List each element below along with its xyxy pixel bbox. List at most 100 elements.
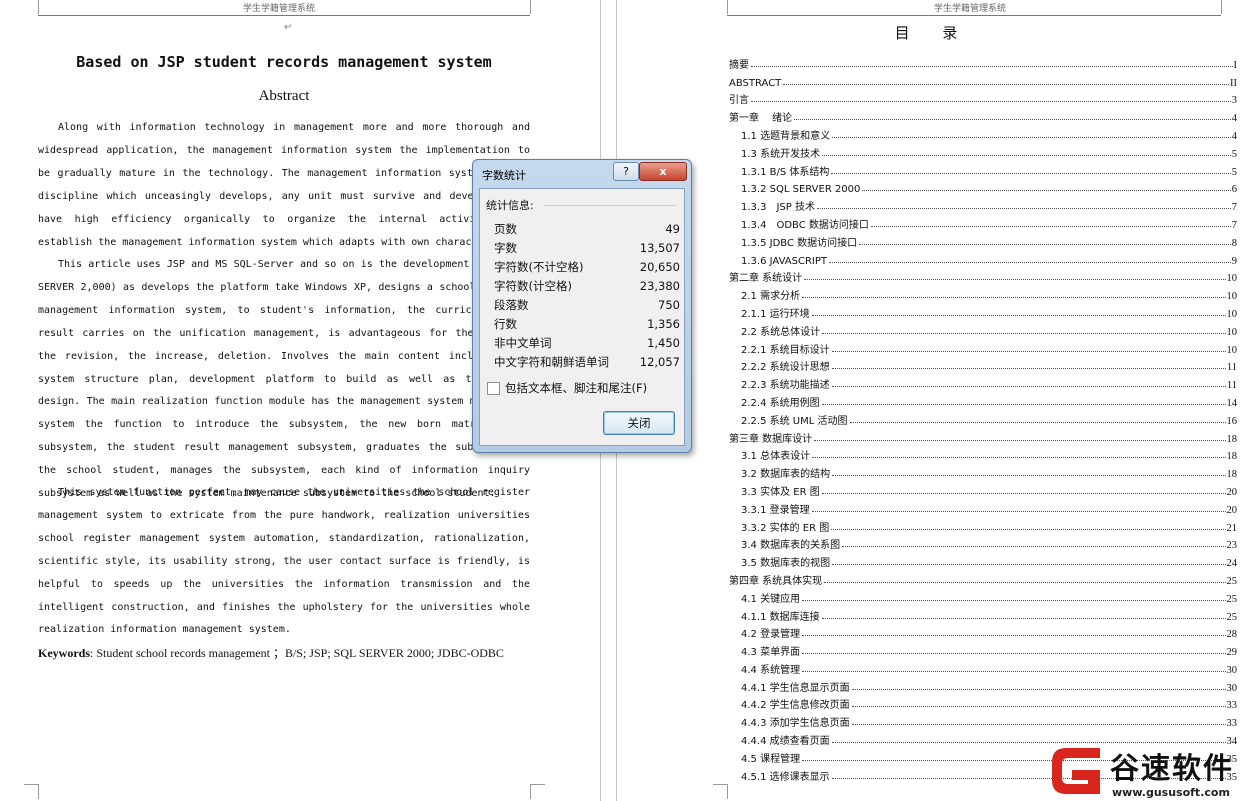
toc-entry-text: 第一章 绪论 — [729, 113, 793, 125]
include-textboxes-option[interactable]: 包括文本框、脚注和尾注(F) — [487, 380, 647, 396]
toc-entry-text: 3.3.1 登录管理 — [741, 504, 810, 516]
toc-entry[interactable]: 2.2.1 系统目标设计 10 — [729, 338, 1237, 356]
toc-entry-text: 3.3 实体及 ER 图 — [741, 486, 820, 498]
keywords-line[interactable]: Keywords: Student school records managem… — [38, 644, 538, 661]
toc-entry[interactable]: 2.1 需求分析 10 — [729, 284, 1237, 302]
toc-leader-dots — [816, 208, 1231, 210]
toc-entry[interactable]: ABSTRACT II — [729, 71, 1237, 89]
toc-leader-dots — [822, 332, 1226, 334]
toc-entry[interactable]: 1.3.3 JSP 技术 7 — [729, 195, 1237, 213]
toc-entry-text: 2.1.1 运行环境 — [741, 308, 810, 320]
statistic-value: 750 — [658, 297, 680, 312]
toc-leader-dots — [831, 368, 1226, 370]
toc-entry[interactable]: 1.1 选题背景和意义 4 — [729, 124, 1237, 142]
abstract-paragraph-3[interactable]: This system function perfect, may cause … — [38, 482, 530, 642]
toc-entry-page: 7 — [1231, 219, 1237, 231]
toc-entry[interactable]: 2.2.5 系统 UML 活动图 16 — [729, 409, 1237, 427]
toc-entry-text: ABSTRACT — [729, 77, 782, 89]
toc-entry-page: 10 — [1226, 344, 1238, 356]
statistic-row: 中文字符和朝鲜语单词 12,057 — [494, 352, 680, 371]
word-count-dialog[interactable]: 字数统计 ? x 统计信息: 页数 49 字数 13,507 字符数(不计空格) 20,6… — [472, 159, 692, 453]
toc-entry[interactable]: 第三章 数据库设计 18 — [729, 427, 1237, 445]
toc-entry[interactable]: 3.3.2 实体的 ER 图 21 — [729, 516, 1237, 534]
close-icon: x — [659, 165, 667, 178]
toc-leader-dots — [821, 403, 1226, 405]
abstract-heading[interactable]: Abstract — [38, 88, 530, 105]
toc-entry[interactable]: 3.2 数据库表的结构 18 — [729, 462, 1237, 480]
toc-entry-text: 1.3.6 JAVASCRIPT — [741, 255, 828, 267]
window-close-button[interactable]: x — [639, 162, 687, 181]
include-textboxes-checkbox[interactable] — [487, 381, 500, 395]
toc-leader-dots — [821, 617, 1226, 619]
toc-title[interactable]: 目 录 — [617, 22, 1249, 43]
toc-entry[interactable]: 2.2 系统总体设计 10 — [729, 320, 1237, 338]
statistic-label: 中文字符和朝鲜语单词 — [494, 354, 609, 369]
toc-entry[interactable]: 3.3.1 登录管理 20 — [729, 498, 1237, 516]
statistic-value: 1,450 — [647, 335, 680, 350]
toc-entry[interactable]: 4.1.1 数据库连接 25 — [729, 605, 1237, 623]
toc-entry[interactable]: 摘要 I — [729, 53, 1237, 71]
toc-entry[interactable]: 1.3.5 JDBC 数据访问接口 8 — [729, 231, 1237, 249]
toc-entry-page: 10 — [1226, 308, 1238, 320]
document-page-left[interactable]: 学生学籍管理系统 ↵ Based on JSP student records … — [0, 0, 548, 801]
toc-entry[interactable]: 2.2.2 系统设计思想 11 — [729, 356, 1237, 373]
toc-entry[interactable]: 4.4.3 添加学生信息页面 33 — [729, 711, 1237, 729]
toc-entry[interactable]: 2.2.4 系统用例图 14 — [729, 391, 1237, 409]
table-of-contents[interactable]: 摘要 I ABSTRACT II 引言 3 第一章 绪论 4 1.1 选题背景和意义 4 1.3 系… — [729, 53, 1237, 783]
document-title[interactable]: Based on JSP student records management … — [38, 53, 530, 71]
toc-entry[interactable]: 1.3.4 ODBC 数据访问接口 7 — [729, 213, 1237, 231]
toc-leader-dots — [831, 350, 1226, 352]
toc-entry[interactable]: 第二章 系统设计 10 — [729, 267, 1237, 284]
toc-leader-dots — [831, 528, 1226, 530]
toc-leader-dots — [802, 599, 1226, 601]
toc-entry[interactable]: 1.3.6 JAVASCRIPT 9 — [729, 249, 1237, 267]
abstract-paragraph-2[interactable]: This article uses JSP and MS SQL-Server … — [38, 254, 530, 506]
toc-entry[interactable]: 3.5 数据库表的视图 24 — [729, 551, 1237, 569]
toc-entry-page: 18 — [1226, 469, 1238, 481]
toc-entry[interactable]: 4.4.1 学生信息显示页面 30 — [729, 676, 1237, 694]
toc-entry-text: 2.2.4 系统用例图 — [741, 397, 820, 409]
toc-entry-text: 4.4.4 成绩查看页面 — [741, 736, 830, 748]
toc-leader-dots — [832, 564, 1226, 566]
close-button[interactable]: 关闭 — [603, 411, 675, 435]
toc-entry[interactable]: 3.4 数据库表的关系图 23 — [729, 534, 1237, 551]
toc-entry[interactable]: 4.2 登录管理 28 — [729, 623, 1237, 640]
statistic-label: 页数 — [494, 221, 517, 236]
toc-entry-page: 21 — [1226, 522, 1238, 534]
toc-entry-page: 18 — [1226, 451, 1238, 463]
toc-entry-text: 2.1 需求分析 — [741, 291, 801, 303]
include-textboxes-label[interactable]: 包括文本框、脚注和尾注(F) — [505, 380, 647, 396]
toc-entry-page: 16 — [1226, 415, 1238, 427]
statistic-label: 行数 — [494, 316, 517, 331]
statistic-value: 12,057 — [639, 354, 680, 369]
toc-entry[interactable]: 1.3.1 B/S 体系结构 5 — [729, 160, 1237, 178]
toc-entry[interactable]: 2.1.1 运行环境 10 — [729, 302, 1237, 320]
toc-entry[interactable]: 1.3.2 SQL SERVER 2000 6 — [729, 178, 1237, 195]
toc-entry-text: 4.4.1 学生信息显示页面 — [741, 682, 850, 694]
statistic-row: 字符数(不计空格) 20,650 — [494, 257, 680, 276]
toc-entry[interactable]: 4.1 关键应用 25 — [729, 587, 1237, 605]
toc-entry-text: 1.3.1 B/S 体系结构 — [741, 166, 830, 178]
toc-entry-text: 4.3 菜单界面 — [741, 647, 801, 659]
crop-mark — [713, 784, 728, 799]
toc-entry[interactable]: 3.1 总体表设计 18 — [729, 445, 1238, 463]
toc-leader-dots — [802, 297, 1226, 299]
toc-entry[interactable]: 2.2.3 系统功能描述 11 — [729, 373, 1237, 391]
document-page-right[interactable]: 学生学籍管理系统 目 录 摘要 I ABSTRACT II 引言 3 第一章 绪论 4 1.1 … — [617, 0, 1249, 801]
toc-entry-text: 2.2 系统总体设计 — [741, 326, 821, 338]
logo-g-icon — [1052, 748, 1100, 794]
toc-entry[interactable]: 1.3 系统开发技术 5 — [729, 142, 1237, 160]
toc-entry[interactable]: 4.3 菜单界面 29 — [729, 640, 1237, 658]
toc-entry[interactable]: 4.4.2 学生信息修改页面 33 — [729, 694, 1237, 711]
toc-entry[interactable]: 第一章 绪论 4 — [729, 106, 1237, 124]
page-header: 学生学籍管理系统 — [934, 4, 1007, 14]
toc-entry[interactable]: 3.3 实体及 ER 图 20 — [729, 480, 1237, 498]
help-button[interactable]: ? — [613, 162, 639, 181]
toc-entry[interactable]: 第四章 系统具体实现 25 — [729, 569, 1237, 587]
abstract-paragraph-1[interactable]: Along with information technology in man… — [38, 117, 530, 254]
toc-entry[interactable]: 4.4 系统管理 30 — [729, 658, 1237, 676]
toc-entry[interactable]: 引言 3 — [729, 89, 1237, 106]
toc-entry-text: 2.2.5 系统 UML 活动图 — [741, 415, 848, 427]
dialog-title[interactable]: 字数统计 — [482, 167, 526, 183]
toc-leader-dots — [829, 261, 1231, 263]
